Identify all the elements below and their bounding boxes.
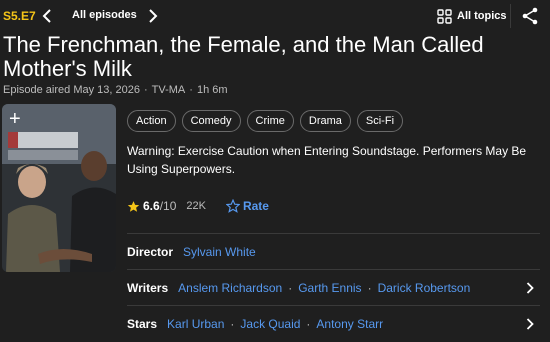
- credit-row-stars[interactable]: Stars Karl Urban · Jack Quaid · Antony S…: [127, 305, 540, 341]
- credit-separator: ·: [367, 280, 372, 295]
- genre-chip-action[interactable]: Action: [127, 110, 176, 132]
- vote-count: 22K: [186, 200, 206, 212]
- rating-value: 6.6: [143, 199, 160, 213]
- credit-name-link[interactable]: Sylvain White: [183, 245, 256, 259]
- episode-meta: Episode aired May 13, 2026 · TV-MA · 1h 6m: [3, 84, 228, 96]
- content-rating: TV-MA: [151, 84, 186, 96]
- credit-name-link[interactable]: Antony Starr: [316, 317, 383, 331]
- credit-row-writers[interactable]: Writers Anslem Richardson · Garth Ennis …: [127, 269, 540, 305]
- chevron-right-icon[interactable]: [526, 318, 534, 330]
- credits-list: Director Sylvain White Writers Anslem Ri…: [127, 233, 540, 341]
- chevron-left-icon[interactable]: [40, 8, 54, 24]
- top-navigation-bar: S5.E7 All episodes All topics: [0, 0, 550, 32]
- star-outline-icon: [225, 199, 240, 213]
- genre-chips: Action Comedy Crime Drama Sci-Fi: [127, 110, 404, 132]
- episode-title: The Frenchman, the Female, and the Man C…: [3, 32, 484, 81]
- genre-chip-crime[interactable]: Crime: [246, 110, 294, 132]
- credit-row-director[interactable]: Director Sylvain White: [127, 233, 540, 269]
- genre-chip-comedy[interactable]: Comedy: [181, 110, 241, 132]
- runtime: 1h 6m: [196, 84, 228, 96]
- plot-summary: Warning: Exercise Caution when Entering …: [127, 144, 527, 176]
- meta-separator: ·: [143, 84, 148, 96]
- rating-row: 6.6 /10 22K Rate: [127, 197, 269, 215]
- credit-name-link[interactable]: Garth Ennis: [298, 281, 361, 295]
- all-episodes-link[interactable]: All episodes: [72, 9, 137, 21]
- chevron-right-icon[interactable]: [526, 282, 534, 294]
- rate-label: Rate: [242, 199, 269, 213]
- meta-separator: ·: [189, 84, 193, 96]
- rating-max: /10: [159, 199, 177, 213]
- credit-name-link[interactable]: Darick Robertson: [378, 281, 471, 295]
- credit-role: Director: [127, 244, 174, 259]
- rate-button[interactable]: Rate: [225, 199, 269, 213]
- genre-chip-drama[interactable]: Drama: [299, 110, 351, 132]
- episode-poster[interactable]: +: [2, 104, 116, 272]
- toolbar-divider: [510, 4, 511, 28]
- all-topics-button[interactable]: All topics: [437, 6, 507, 26]
- star-icon: [127, 200, 140, 212]
- share-icon[interactable]: [521, 6, 539, 26]
- all-topics-label: All topics: [457, 10, 507, 22]
- add-to-watchlist-icon[interactable]: +: [9, 109, 21, 129]
- credit-name-link[interactable]: Jack Quaid: [240, 317, 300, 331]
- credit-separator: ·: [306, 316, 311, 331]
- air-date: Episode aired May 13, 2026: [3, 84, 140, 96]
- topics-grid-icon: [437, 8, 452, 24]
- credit-role: Writers: [127, 280, 169, 295]
- episode-code: S5.E7: [3, 9, 36, 23]
- credit-separator: ·: [288, 280, 293, 295]
- credit-role: Stars: [127, 316, 158, 331]
- credit-name-link[interactable]: Karl Urban: [167, 317, 224, 331]
- credit-name-link[interactable]: Anslem Richardson: [178, 281, 282, 295]
- genre-chip-scifi[interactable]: Sci-Fi: [356, 110, 404, 132]
- chevron-right-icon[interactable]: [146, 8, 160, 24]
- credit-separator: ·: [230, 316, 235, 331]
